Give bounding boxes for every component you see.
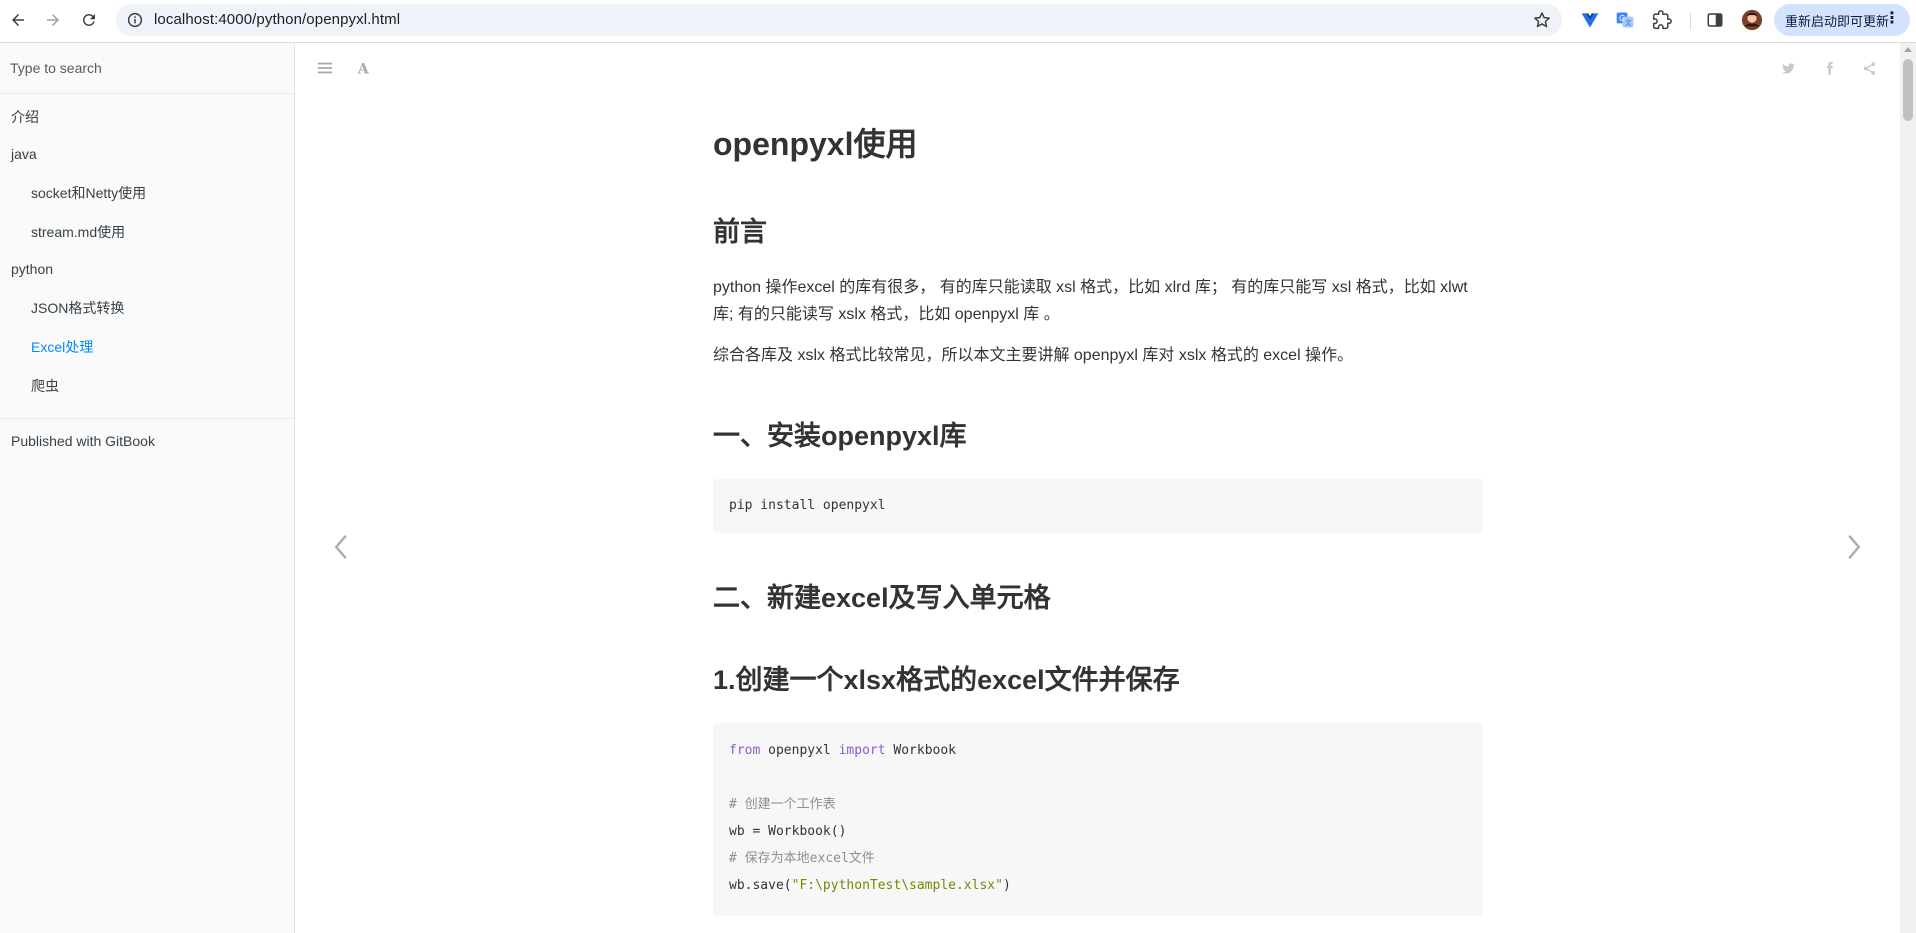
reload-icon[interactable] — [77, 8, 101, 32]
code-text: wb.save( — [729, 878, 792, 893]
code-comment: # 创建一个工作表 — [729, 797, 836, 812]
font-settings-icon[interactable]: A — [355, 59, 373, 77]
previous-page-icon[interactable] — [326, 530, 356, 564]
code-text: Workbook — [885, 743, 957, 758]
summary-divider — [0, 418, 294, 419]
code-line-import: from openpyxl import Workbook — [729, 741, 956, 761]
book-header: A — [295, 43, 1900, 93]
code-line-save: wb.save("F:\pythonTest\sample.xlsx") — [729, 876, 1011, 896]
search-box — [0, 43, 294, 94]
code-text: ) — [1002, 878, 1011, 893]
bookmark-star-icon[interactable] — [1532, 10, 1552, 30]
extensions-icon[interactable] — [1651, 9, 1673, 31]
summary-item-stream[interactable]: stream.md使用 — [0, 220, 294, 244]
preface-paragraph-1: python 操作excel 的库有很多， 有的库只能读取 xsl 格式，比如 … — [713, 279, 1468, 323]
browser-toolbar: localhost:4000/python/openpyxl.html G文 重… — [0, 0, 1916, 43]
side-panel-icon[interactable] — [1704, 9, 1726, 31]
address-bar[interactable]: localhost:4000/python/openpyxl.html — [116, 4, 1562, 36]
site-info-icon[interactable] — [126, 11, 144, 29]
summary-item-python[interactable]: python — [0, 257, 294, 281]
code-block-install: pip install openpyxl — [713, 479, 1483, 533]
code-text: openpyxl — [760, 743, 839, 758]
book-summary-sidebar: 介绍 java socket和Netty使用 stream.md使用 pytho… — [0, 43, 295, 933]
code-block-workbook: from openpyxl import Workbook # 创建一个工作表 … — [713, 723, 1483, 916]
summary-item-crawler[interactable]: 爬虫 — [0, 374, 294, 398]
toolbar-divider — [1690, 12, 1691, 30]
update-restart-button[interactable]: 重新启动即可更新 ⋮ — [1774, 4, 1910, 36]
summary-item-json[interactable]: JSON格式转换 — [0, 296, 294, 320]
next-page-icon[interactable] — [1839, 530, 1869, 564]
svg-text:A: A — [357, 61, 370, 76]
url-text[interactable]: localhost:4000/python/openpyxl.html — [154, 11, 400, 28]
page-title: openpyxl使用 — [713, 126, 918, 162]
code-line: pip install openpyxl — [729, 498, 886, 513]
profile-avatar[interactable] — [1741, 9, 1763, 31]
search-input[interactable] — [0, 43, 294, 93]
page-scrollbar[interactable] — [1900, 43, 1916, 933]
toggle-summary-icon[interactable] — [316, 59, 334, 77]
summary-item-intro[interactable]: 介绍 — [0, 105, 294, 129]
heading-create-xlsx: 1.创建一个xlsx格式的excel文件并保存 — [713, 665, 1180, 695]
menu-dots-icon[interactable]: ⋮ — [1884, 11, 1900, 27]
scrollbar-thumb[interactable] — [1903, 59, 1913, 121]
code-string: "F:\pythonTest\sample.xlsx" — [791, 878, 1003, 893]
code-keyword: import — [838, 743, 886, 758]
update-restart-label: 重新启动即可更新 — [1785, 13, 1890, 29]
heading-preface: 前言 — [713, 217, 767, 247]
code-keyword: from — [729, 743, 761, 758]
forward-icon[interactable] — [41, 8, 65, 32]
summary-item-socket-netty[interactable]: socket和Netty使用 — [0, 181, 294, 205]
facebook-icon[interactable] — [1820, 59, 1838, 77]
svg-text:文: 文 — [1625, 18, 1632, 27]
published-with-gitbook-link[interactable]: Published with GitBook — [11, 433, 155, 449]
code-line-workbook: wb = Workbook() — [729, 824, 847, 839]
summary-item-java[interactable]: java — [0, 142, 294, 166]
scroll-up-arrow-icon[interactable] — [1904, 47, 1912, 52]
summary-item-excel[interactable]: Excel处理 — [0, 335, 294, 359]
translate-icon[interactable]: G文 — [1614, 9, 1636, 31]
twitter-icon[interactable] — [1779, 59, 1797, 77]
heading-install: 一、安装openpyxl库 — [713, 421, 967, 451]
back-icon[interactable] — [6, 8, 30, 32]
preface-paragraph-2: 综合各库及 xslx 格式比较常见，所以本文主要讲解 openpyxl 库对 x… — [713, 347, 1354, 364]
vue-devtools-icon[interactable] — [1579, 9, 1601, 31]
heading-create-excel: 二、新建excel及写入单元格 — [713, 583, 1051, 613]
code-comment: # 保存为本地excel文件 — [729, 851, 875, 866]
share-icon[interactable] — [1860, 59, 1878, 77]
